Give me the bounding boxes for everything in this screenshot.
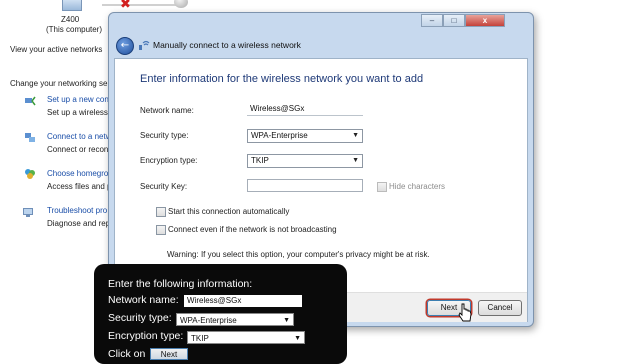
minimize-button[interactable]: –	[421, 14, 443, 27]
connect-hidden-label: Connect even if the network is not broad…	[168, 225, 337, 234]
task-link-troubleshoot[interactable]: Troubleshoot pro	[47, 206, 107, 215]
security-type-label: Security type:	[140, 131, 189, 140]
network-connection-line	[102, 4, 182, 6]
encryption-type-value: TKIP	[251, 156, 269, 165]
connect-network-icon	[25, 133, 35, 142]
overlay-title: Enter the following information:	[108, 278, 253, 290]
task-desc-troubleshoot: Diagnose and rep	[47, 219, 111, 228]
start-automatically-label: Start this connection automatically	[168, 207, 290, 216]
hide-characters-label: Hide characters	[389, 182, 446, 191]
hide-characters-checkbox[interactable]	[377, 182, 387, 192]
overlay-click-on-label: Click on	[108, 348, 146, 360]
network-name-input[interactable]: Wireless@SGx	[247, 103, 363, 116]
overlay-encryption-type-value: TKIP	[191, 334, 209, 343]
close-button[interactable]: x	[465, 14, 505, 27]
start-automatically-checkbox[interactable]	[156, 207, 166, 217]
overlay-security-type-label: Security type:	[108, 312, 172, 324]
chevron-down-icon: ▼	[352, 157, 359, 164]
network-setup-icon	[25, 96, 36, 106]
security-type-select[interactable]: WPA-Enterprise ▼	[247, 129, 363, 143]
encryption-type-select[interactable]: TKIP ▼	[247, 154, 363, 168]
computer-subtitle: (This computer)	[46, 25, 103, 34]
window-controls: – □ x	[421, 14, 505, 27]
change-settings-heading: Change your networking se	[10, 79, 108, 88]
hand-cursor-icon	[458, 303, 472, 322]
dialog-title: Manually connect to a wireless network	[153, 40, 301, 50]
overlay-encryption-type-label: Encryption type:	[108, 330, 184, 342]
overlay-security-type-value: WPA-Enterprise	[180, 316, 237, 325]
network-map: ✖	[40, 0, 240, 12]
dialog-heading: Enter information for the wireless netwo…	[140, 73, 424, 85]
computer-name: Z400	[61, 15, 80, 24]
homegroup-icon	[25, 169, 35, 179]
cancel-button[interactable]: Cancel	[478, 300, 522, 316]
instruction-overlay: Enter the following information: Network…	[94, 264, 347, 364]
privacy-warning-text: Warning: If you select this option, your…	[167, 250, 430, 259]
overlay-security-type-select: WPA-Enterprise ▼	[176, 313, 294, 326]
chevron-down-icon: ▼	[294, 335, 301, 342]
task-desc-setup-connection: Set up a wireless, b	[47, 108, 117, 117]
overlay-network-name-value: Wireless@SGx	[184, 295, 302, 307]
encryption-type-label: Encryption type:	[140, 156, 198, 165]
security-key-input[interactable]	[247, 179, 363, 192]
dialog-title-bar: – □ x ← Manually connect to a wireless n…	[109, 13, 533, 55]
task-link-setup-connection[interactable]: Set up a new con	[47, 95, 109, 104]
troubleshoot-icon	[23, 208, 33, 217]
overlay-network-name-label: Network name:	[108, 294, 179, 306]
maximize-button[interactable]: □	[443, 14, 465, 27]
wireless-network-icon	[139, 40, 150, 50]
task-desc-connect-network: Connect or recon	[47, 145, 109, 154]
security-key-label: Security Key:	[140, 182, 188, 191]
chevron-down-icon: ▼	[352, 132, 359, 139]
connect-hidden-checkbox[interactable]	[156, 225, 166, 235]
overlay-encryption-type-select: TKIP ▼	[187, 331, 305, 344]
network-name-label: Network name:	[140, 106, 194, 115]
task-link-connect-network[interactable]: Connect to a netw	[47, 132, 111, 141]
computer-icon	[62, 0, 82, 11]
chevron-down-icon: ▼	[283, 317, 290, 324]
view-active-networks-label: View your active networks	[10, 45, 103, 54]
back-arrow-icon[interactable]: ←	[116, 37, 134, 55]
task-link-homegroup[interactable]: Choose homegro	[47, 169, 108, 178]
task-desc-homegroup: Access files and p	[47, 182, 112, 191]
security-type-value: WPA-Enterprise	[251, 131, 308, 140]
internet-globe-icon	[174, 0, 188, 8]
overlay-next-button-illustration: Next	[150, 348, 188, 360]
disconnected-x-icon: ✖	[120, 0, 131, 12]
